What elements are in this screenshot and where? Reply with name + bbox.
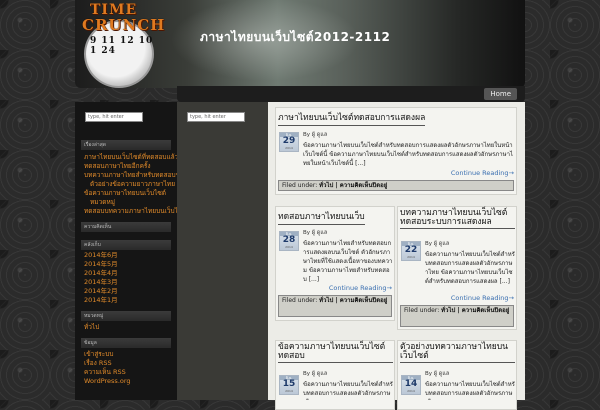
post-byline: By ผู้ ดูแล <box>425 241 450 247</box>
date-year: 2014 <box>285 389 293 393</box>
date-day: 15 <box>282 379 296 389</box>
recent-post-link[interactable]: บทความภาษาไทยสำหรับทดสอบระบบ <box>84 171 191 180</box>
recent-post-link[interactable]: ทดสอบภาษาไทยอีกครั้ง <box>84 162 151 171</box>
post-title[interactable]: ข้อความภาษาไทยบนเว็บไซต์ทดสอบ <box>278 343 393 363</box>
widget-title-archives: คลังเก็บ <box>81 240 171 250</box>
continue-reading-link[interactable]: Continue Reading→ <box>451 294 514 302</box>
post-excerpt: ข้อความภาษาไทยบนเว็บไซต์สำหรับทดสอบการแส… <box>303 381 393 400</box>
filed-under-links[interactable]: ทั่วไป | ความคิดเห็นปิดอยู่ <box>319 182 387 189</box>
category-link[interactable]: ทั่วไป <box>84 323 99 332</box>
widget-title-comments: ความคิดเห็น <box>81 222 171 232</box>
post-date-badge: มิ.ย. 22 2014 <box>401 241 421 261</box>
post-byline: By ผู้ ดูแล <box>303 132 328 138</box>
recent-post-link[interactable]: ข้อความภาษาไทยบนเว็บไซต์ <box>84 189 166 198</box>
post-excerpt: ข้อความภาษาไทยบนเว็บไซต์สำหรับทดสอบการแส… <box>425 381 515 400</box>
post-meta-bar: Filed under: ทั่วไป | ความคิดเห็นปิดอยู่ <box>278 295 392 317</box>
post-title[interactable]: ภาษาไทยบนเว็บไซต์ทดสอบการแสดงผล <box>278 110 426 126</box>
post-meta-bar: Filed under: ทั่วไป | ความคิดเห็นปิดอยู่ <box>400 305 514 327</box>
post-date-badge: มิ.ย. 14 2014 <box>401 375 421 395</box>
filed-under-label: Filed under: <box>282 182 318 189</box>
date-year: 2014 <box>285 245 293 249</box>
continue-reading-link[interactable]: Continue Reading→ <box>329 284 392 292</box>
post-byline: By ผู้ ดูแล <box>303 230 328 236</box>
archive-link[interactable]: 2014年2月 <box>84 287 118 296</box>
site-title[interactable]: ภาษาไทยบนเว็บไซต์2012-2112 <box>200 28 390 47</box>
archive-link[interactable]: 2014年4月 <box>84 269 118 278</box>
post-excerpt: ข้อความภาษาไทยสำหรับทดสอบการแสดงผลบนเว็บ… <box>303 240 393 283</box>
logo-word-crunch: CRUNCH <box>82 16 166 34</box>
filed-under-label: Filed under: <box>404 307 440 314</box>
meta-link[interactable]: เข้าสู่ระบบ <box>84 350 114 359</box>
site-logo[interactable]: 9 11 12 10 1 24 TIME CRUNCH <box>80 2 164 88</box>
left-sidebar: type, hit enter เรื่องล่าสุด ภาษาไทยบนเว… <box>75 102 191 400</box>
archive-link[interactable]: 2014年6月 <box>84 251 118 260</box>
widget-title-categories: หมวดหมู่ <box>81 311 171 321</box>
site-header: 9 11 12 10 1 24 TIME CRUNCH ภาษาไทยบนเว็… <box>75 0 525 88</box>
archive-link[interactable]: 2014年1月 <box>84 296 118 305</box>
archive-link[interactable]: 2014年5月 <box>84 260 118 269</box>
recent-post-link[interactable]: ตัวอย่างข้อความยาวภาษาไทย <box>90 180 175 189</box>
post-title[interactable]: บทความภาษาไทยบนเว็บไซต์ทดสอบระบบการแสดงผ… <box>400 209 515 229</box>
continue-reading-link[interactable]: Continue Reading→ <box>451 169 514 177</box>
main-content: ภาษาไทยบนเว็บไซต์ทดสอบการแสดงผล มิ.ย. 29… <box>268 102 525 410</box>
recent-post-link[interactable]: ทดสอบบทความภาษาไทยบนเว็บไซต์ <box>84 207 187 216</box>
date-year: 2014 <box>285 146 293 150</box>
post-byline: By ผู้ ดูแล <box>425 371 450 377</box>
meta-link[interactable]: ความเห็น RSS <box>84 368 126 377</box>
filed-under-links[interactable]: ทั่วไป | ความคิดเห็นปิดอยู่ <box>441 307 509 314</box>
date-day: 14 <box>404 379 418 389</box>
nav-bar: Home <box>177 86 525 102</box>
recent-post-link[interactable]: หมวดหมู่ <box>90 198 115 207</box>
post-card: ทดสอบภาษาไทยบนเว็บ มิ.ย. 28 2014 By ผู้ … <box>275 206 395 321</box>
filed-under-label: Filed under: <box>282 297 318 304</box>
recent-post-link[interactable]: ภาษาไทยบนเว็บไซต์ที่ทดสอบแล้ว <box>84 153 178 162</box>
post-meta-bar: Filed under: ทั่วไป | ความคิดเห็นปิดอยู่ <box>278 180 514 191</box>
post-card: ภาษาไทยบนเว็บไซต์ทดสอบการแสดงผล มิ.ย. 29… <box>275 107 517 195</box>
archive-link[interactable]: 2014年3月 <box>84 278 118 287</box>
widget-title-meta: ข้อมูล <box>81 338 171 348</box>
post-date-badge: มิ.ย. 29 2014 <box>279 132 299 152</box>
post-card: บทความภาษาไทยบนเว็บไซต์ทดสอบระบบการแสดงผ… <box>397 206 517 330</box>
search-input-left[interactable]: type, hit enter <box>85 112 143 122</box>
date-day: 22 <box>404 245 418 255</box>
post-date-badge: มิ.ย. 28 2014 <box>279 231 299 251</box>
search-input-secondary[interactable]: type, hit enter <box>187 112 245 122</box>
widget-title-recent: เรื่องล่าสุด <box>81 140 171 150</box>
post-excerpt: ข้อความภาษาไทยบนเว็บไซต์สำหรับทดสอบการแส… <box>303 142 513 167</box>
post-title[interactable]: ทดสอบภาษาไทยบนเว็บ <box>278 209 365 225</box>
meta-link[interactable]: เรื่อง RSS <box>84 359 112 368</box>
date-day: 29 <box>282 136 296 146</box>
post-excerpt: ข้อความภาษาไทยบนเว็บไซต์สำหรับทดสอบการแส… <box>425 251 515 285</box>
post-byline: By ผู้ ดูแล <box>303 371 328 377</box>
secondary-sidebar: type, hit enter <box>177 102 268 400</box>
filed-under-links[interactable]: ทั่วไป | ความคิดเห็นปิดอยู่ <box>319 297 387 304</box>
post-title[interactable]: ตัวอย่างบทความภาษาไทยบนเว็บไซต์ <box>400 343 515 363</box>
date-day: 28 <box>282 235 296 245</box>
meta-link[interactable]: WordPress.org <box>84 377 131 386</box>
date-year: 2014 <box>407 255 415 259</box>
clock-numbers: 9 11 12 10 1 24 <box>90 36 154 56</box>
nav-home-button[interactable]: Home <box>484 88 517 100</box>
date-year: 2014 <box>407 389 415 393</box>
post-date-badge: มิ.ย. 15 2014 <box>279 375 299 395</box>
